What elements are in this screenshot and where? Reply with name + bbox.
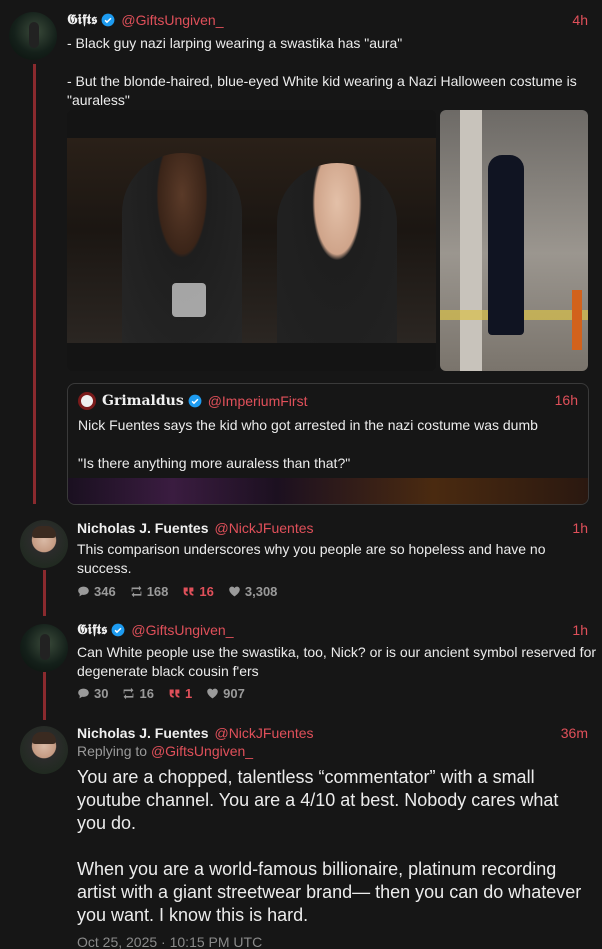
person-figure	[488, 155, 524, 335]
quoted-text: Nick Fuentes says the kid who got arrest…	[78, 417, 538, 471]
avatar[interactable]	[20, 624, 68, 672]
heart-icon	[229, 586, 240, 597]
quote-icon	[184, 587, 194, 596]
reply-icon	[78, 586, 89, 597]
timestamp[interactable]: 16h	[555, 392, 578, 408]
quote-count: 16	[199, 584, 214, 599]
tweet-image-photo[interactable]	[67, 110, 436, 371]
retweet-icon	[124, 687, 134, 700]
quote-button[interactable]: 16	[182, 584, 214, 599]
replying-to: Replying to @GiftsUngiven_	[77, 743, 253, 759]
like-count: 907	[223, 686, 245, 701]
quoted-image	[68, 478, 588, 504]
avatar[interactable]	[20, 726, 68, 774]
reply-count: 30	[94, 686, 109, 701]
retweet-button[interactable]: 168	[130, 584, 169, 599]
pendant	[172, 283, 206, 317]
quoted-tweet[interactable]: Grimaldus @ImperiumFirst 16h Nick Fuente…	[67, 383, 589, 505]
verified-icon	[111, 623, 125, 637]
retweet-icon	[131, 585, 142, 598]
avatar[interactable]	[20, 520, 68, 568]
tweet-nick-reply-1[interactable]: Nicholas J. Fuentes @NickJFuentes 1h Thi…	[0, 510, 602, 610]
tweet-datetime[interactable]: Oct 25, 2025 · 10:15 PM UTC	[77, 934, 262, 949]
timestamp[interactable]: 1h	[572, 520, 588, 536]
tweet-text: You are a chopped, talentless “commentat…	[77, 767, 582, 925]
traffic-cone	[572, 290, 582, 350]
verified-icon	[188, 394, 202, 408]
handle[interactable]: @GiftsUngiven_	[121, 12, 223, 28]
reply-icon	[78, 688, 89, 699]
verified-icon	[101, 13, 115, 27]
like-button[interactable]: 907	[206, 686, 245, 701]
display-name[interactable]: Nicholas J. Fuentes	[77, 520, 208, 536]
reply-count: 346	[94, 584, 116, 599]
display-name[interactable]: 𝕲𝖎𝖋𝖙𝖘	[67, 12, 97, 28]
person-figure	[277, 163, 397, 343]
handle[interactable]: @NickJFuentes	[214, 520, 313, 536]
tweet-text: Can White people use the swastika, too, …	[77, 644, 600, 679]
tweet-image-costume[interactable]	[440, 110, 588, 371]
quote-button[interactable]: 1	[168, 686, 192, 701]
reply-button[interactable]: 30	[77, 686, 108, 701]
avatar	[78, 392, 96, 410]
tweet-gifts-reply[interactable]: 𝕲𝖎𝖋𝖙𝖘 @GiftsUngiven_ 1h Can White people…	[0, 612, 602, 712]
display-name[interactable]: 𝕲𝖎𝖋𝖙𝖘	[77, 622, 107, 638]
reply-button[interactable]: 346	[77, 584, 116, 599]
quote-count: 1	[184, 686, 193, 701]
handle[interactable]: @NickJFuentes	[214, 725, 313, 741]
quote-icon	[169, 689, 180, 698]
timestamp[interactable]: 36m	[561, 725, 588, 741]
retweet-button[interactable]: 16	[122, 686, 154, 701]
tweet-text: - Black guy nazi larping wearing a swast…	[67, 35, 577, 108]
heart-icon	[207, 688, 218, 699]
photo	[67, 138, 436, 343]
display-name[interactable]: Grimaldus	[102, 393, 184, 409]
retweet-count: 168	[146, 584, 169, 599]
timestamp[interactable]: 1h	[572, 622, 588, 638]
like-button[interactable]: 3,308	[228, 584, 278, 599]
timestamp[interactable]: 4h	[572, 12, 588, 28]
handle[interactable]: @GiftsUngiven_	[131, 622, 233, 638]
replying-handle[interactable]: @GiftsUngiven_	[151, 743, 253, 759]
tweet-text: This comparison underscores why you peop…	[77, 541, 550, 576]
tweet-gifts-original[interactable]: 𝕲𝖎𝖋𝖙𝖘 @GiftsUngiven_ 4h - Black guy nazi…	[0, 0, 602, 510]
like-count: 3,308	[244, 584, 278, 599]
retweet-count: 16	[139, 686, 154, 701]
handle[interactable]: @ImperiumFirst	[208, 393, 308, 409]
replying-label: Replying to	[77, 743, 151, 759]
tweet-nick-main[interactable]: Nicholas J. Fuentes @NickJFuentes 36m Re…	[0, 714, 602, 949]
pillar	[460, 110, 482, 371]
avatar[interactable]	[9, 12, 57, 60]
display-name[interactable]: Nicholas J. Fuentes	[77, 725, 208, 741]
